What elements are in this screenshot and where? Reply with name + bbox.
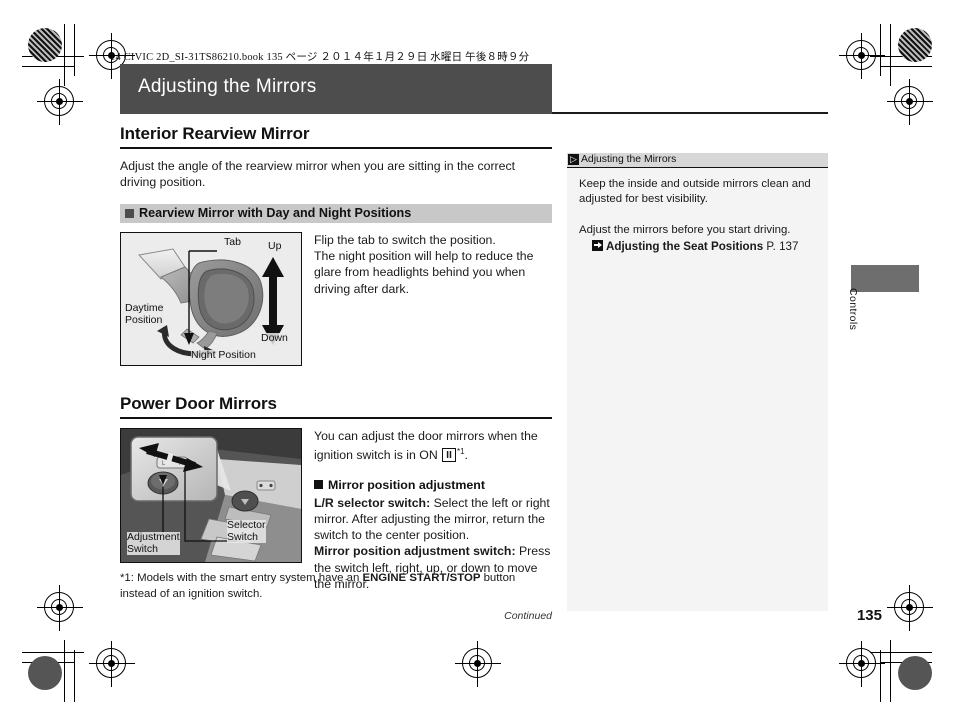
title-rule <box>552 112 828 114</box>
ignition-requirement-text: You can adjust the door mirrors when the… <box>314 428 552 464</box>
subsection-label: Rearview Mirror with Day and Night Posit… <box>139 206 412 220</box>
sidebar-note-paragraph-2: Adjust the mirrors before you start driv… <box>579 223 791 236</box>
chapter-thumb-tab <box>851 265 919 292</box>
cross-reference-page: P. 137 <box>766 239 799 253</box>
rearview-mirror-illustration: Tab Up Down Daytime Position Night Posit… <box>120 232 302 366</box>
cross-reference-link[interactable]: Adjusting the Seat Positions P. 137 <box>579 239 816 254</box>
ignition-text-after: . <box>464 448 468 463</box>
lr-selector-switch-item: L/R selector switch: Select the left or … <box>314 495 552 544</box>
page-title: Adjusting the Mirrors <box>138 76 317 97</box>
registration-mark <box>887 585 933 631</box>
registration-mark <box>887 79 933 125</box>
figure-and-text-row-2: L R Adjustment <box>120 428 552 591</box>
power-door-mirror-switch-illustration: L R Adjustment <box>120 428 302 563</box>
page-number: 135 <box>856 607 882 624</box>
figure-label-tab: Tab <box>224 236 241 249</box>
footnote-bold-term: ENGINE START/STOP <box>362 572 481 584</box>
running-head: 14 CIVIC 2D_SI-31TS86210.book 135 ページ ２０… <box>110 52 530 63</box>
density-patch <box>28 656 62 690</box>
density-patch <box>898 656 932 690</box>
figure-label-daytime-line2: Position <box>125 313 163 326</box>
ignition-text-before: You can adjust the door mirrors when the… <box>314 429 538 463</box>
section-heading-interior-rearview-mirror: Interior Rearview Mirror <box>120 124 310 143</box>
figure-label-adjustment-line2: Switch <box>127 542 158 555</box>
figure-label-adjustment-switch: Adjustment Switch <box>127 531 180 555</box>
sidebar-note-title: Adjusting the Mirrors <box>581 154 677 165</box>
cross-reference-label: Adjusting the Seat Positions <box>606 239 764 253</box>
registration-mark <box>839 33 885 79</box>
chapter-title-bar: Adjusting the Mirrors <box>120 64 552 114</box>
registration-mark <box>37 585 83 631</box>
lr-selector-switch-term: L/R selector switch: <box>314 495 431 510</box>
section-heading-power-door-mirrors: Power Door Mirrors <box>120 394 277 413</box>
crop-mark <box>890 24 891 86</box>
figure-label-daytime-position: Daytime Position <box>125 302 164 326</box>
description-line-2: The night position will help to reduce t… <box>314 249 534 296</box>
crop-mark <box>64 24 65 86</box>
block-heading-mirror-position-adjustment: Mirror position adjustment <box>314 477 552 493</box>
section-rule <box>120 417 552 419</box>
crop-mark <box>880 24 881 76</box>
chapter-thumb-tab-label: Controls <box>847 288 859 331</box>
crop-mark <box>74 24 75 76</box>
sidebar-note-paragraph-1: Keep the inside and outside mirrors clea… <box>579 178 811 206</box>
page-canvas: 14 CIVIC 2D_SI-31TS86210.book 135 ページ ２０… <box>0 0 954 718</box>
registration-mark <box>89 641 135 687</box>
footnote-marker: *1 <box>456 447 465 457</box>
rearview-mirror-description: Flip the tab to switch the position. The… <box>314 232 552 297</box>
power-door-mirror-description: You can adjust the door mirrors when the… <box>314 428 552 592</box>
figure-label-up: Up <box>268 240 282 253</box>
sidebar-note-body: Keep the inside and outside mirrors clea… <box>567 168 828 254</box>
continued-label: Continued <box>504 610 552 622</box>
registration-mark <box>37 79 83 125</box>
crop-mark <box>880 650 881 702</box>
sidebar-note: ▷ Adjusting the Mirrors Keep the inside … <box>567 153 828 611</box>
figure-label-night-position: Night Position <box>191 349 256 362</box>
density-patch <box>28 28 62 62</box>
note-marker-icon: ▷ <box>568 154 579 165</box>
figure-label-selector-line1: Selector <box>227 519 266 531</box>
bullet-square-icon <box>314 479 323 489</box>
rearview-mirror-drawing <box>121 233 301 365</box>
registration-mark <box>455 641 501 687</box>
registration-mark <box>839 641 885 687</box>
figure-label-down: Down <box>261 332 288 345</box>
block-heading-label: Mirror position adjustment <box>328 477 485 492</box>
crop-mark <box>74 650 75 702</box>
footnote-text-before: Models with the smart entry system have … <box>137 572 363 584</box>
crop-mark <box>22 66 74 67</box>
section-rule <box>120 147 552 149</box>
description-line-1: Flip the tab to switch the position. <box>314 233 496 247</box>
figure-label-daytime-line1: Daytime <box>125 302 164 314</box>
footnote-marker-label: *1: <box>120 572 138 584</box>
mirror-position-switch-term: Mirror position adjustment switch: <box>314 544 516 559</box>
figure-and-text-row: Tab Up Down Daytime Position Night Posit… <box>120 232 552 366</box>
sidebar-note-header: ▷ Adjusting the Mirrors <box>567 153 828 168</box>
crop-mark <box>880 66 932 67</box>
subsection-band-rearview-mirror-positions: Rearview Mirror with Day and Night Posit… <box>120 204 552 223</box>
figure-label-selector-line2: Switch <box>227 530 258 543</box>
ignition-position-key: II <box>442 448 456 463</box>
bullet-square-icon <box>125 209 134 218</box>
figure-label-selector-switch: Selector Switch <box>227 519 266 543</box>
main-content-column: Interior Rearview Mirror Adjust the angl… <box>120 124 552 591</box>
section-intro-text: Adjust the angle of the rearview mirror … <box>120 159 516 189</box>
page-footnote: *1: Models with the smart entry system h… <box>120 571 552 602</box>
crop-mark <box>64 640 65 702</box>
density-patch <box>898 28 932 62</box>
crop-mark <box>890 640 891 702</box>
figure-label-adjustment-line1: Adjustment <box>127 531 180 543</box>
cross-reference-arrow-icon <box>592 239 603 251</box>
